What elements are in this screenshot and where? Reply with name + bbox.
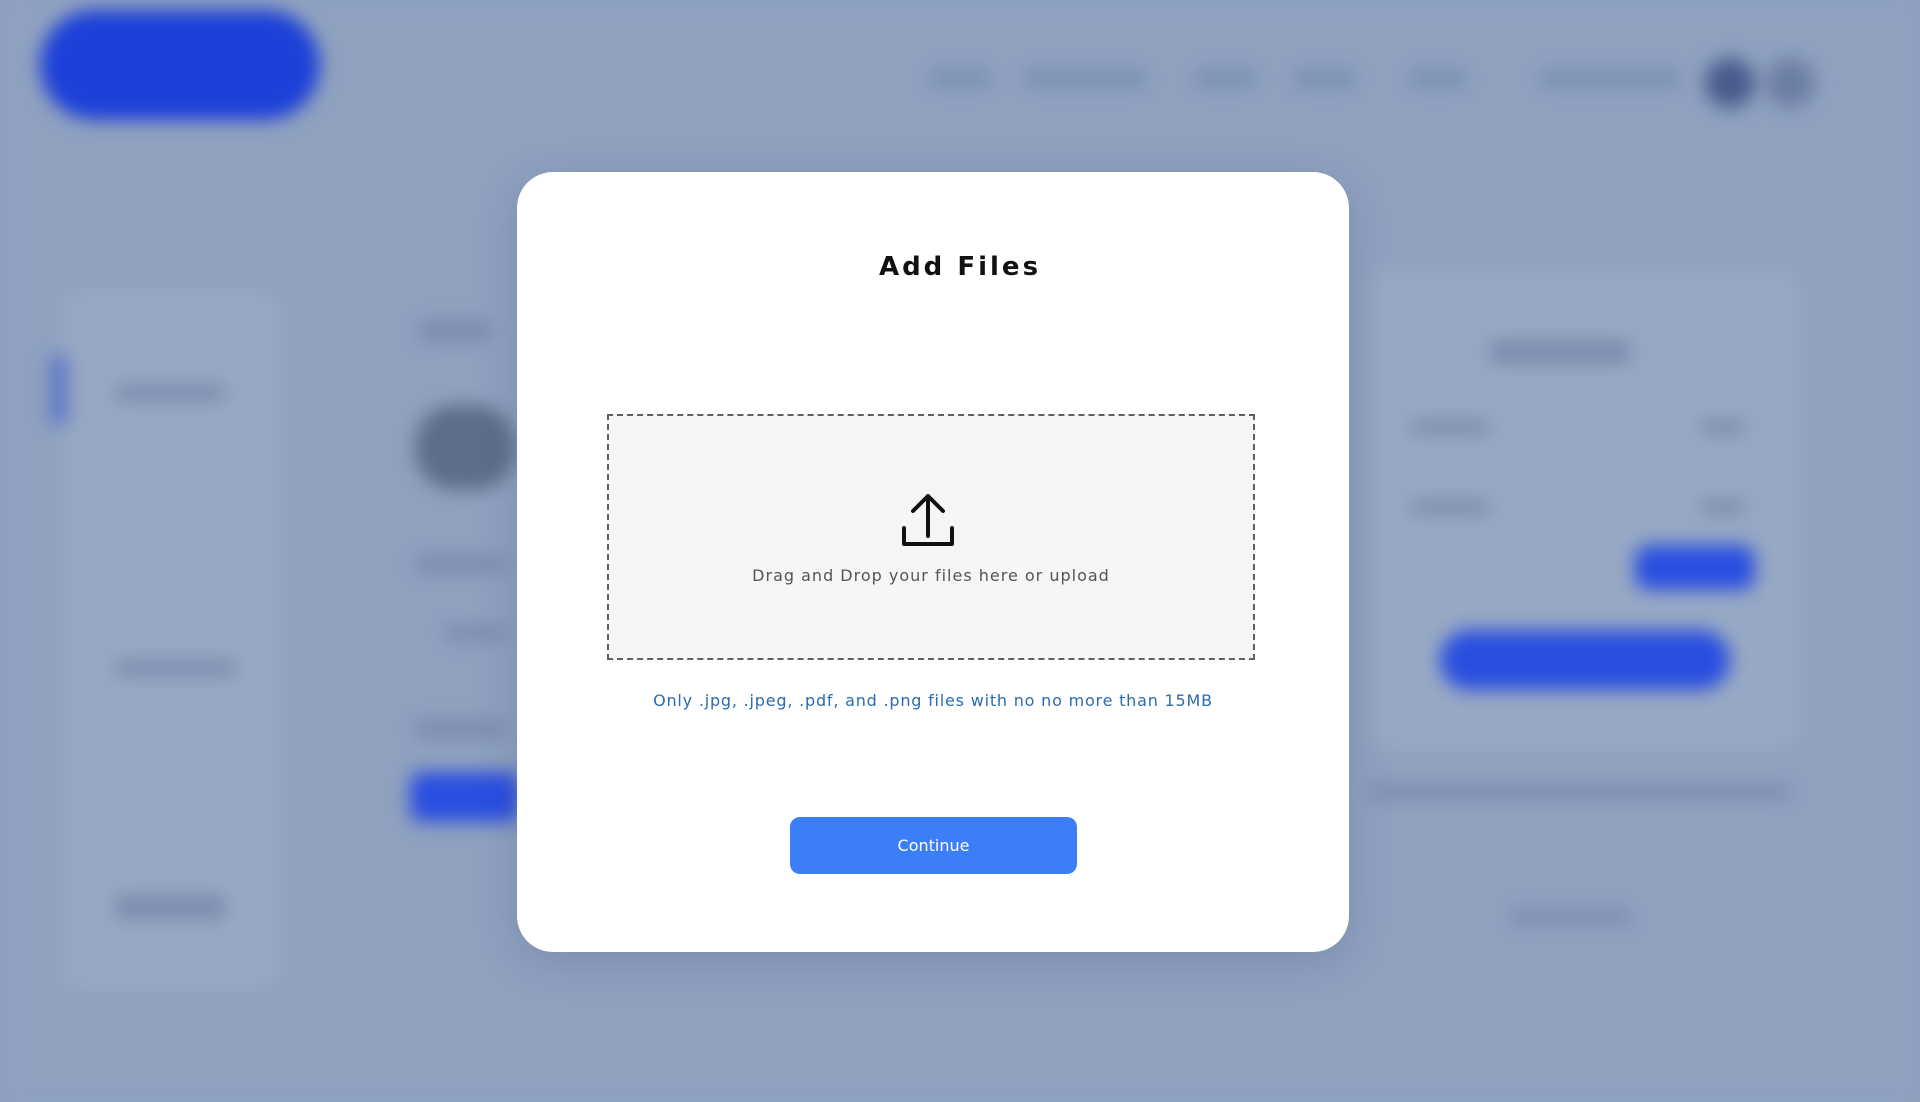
modal-title: Add Files	[878, 252, 1042, 282]
background-nav-item	[1025, 70, 1145, 88]
background-sidebar-item	[115, 660, 235, 676]
continue-button[interactable]: Continue	[790, 817, 1077, 874]
background-sidebar-item	[115, 895, 225, 919]
background-nav-item	[1295, 70, 1355, 88]
upload-icon[interactable]	[900, 492, 956, 548]
background-footer-row	[1510, 910, 1630, 924]
background-panel-row	[1700, 500, 1745, 514]
background-panel-wide-button	[1440, 630, 1730, 690]
background-sidebar-marker	[50, 355, 68, 425]
background-text-line	[415, 720, 505, 738]
background-sidebar-item	[115, 385, 225, 401]
background-panel-title	[1490, 340, 1630, 364]
background-nav-item	[1195, 70, 1255, 88]
background-heading	[420, 320, 490, 342]
background-panel-row	[1700, 420, 1745, 434]
background-panel-small-button	[1635, 545, 1755, 590]
background-text-line	[415, 555, 505, 573]
file-type-hint: Only .jpg, .jpeg, .pdf, and .png files w…	[653, 691, 1213, 710]
background-profile-image	[415, 405, 515, 490]
background-nav-item	[1540, 70, 1680, 88]
background-nav-item	[1410, 70, 1465, 88]
background-text-line	[445, 625, 505, 641]
background-footer-row	[1370, 785, 1790, 799]
background-panel-row	[1410, 500, 1490, 514]
dropzone-instructions: Drag and Drop your files here or upload	[752, 566, 1110, 585]
background-panel-row	[1410, 420, 1490, 434]
background-nav-item	[930, 70, 990, 88]
background-avatar	[1705, 58, 1755, 108]
background-logo	[40, 10, 320, 120]
background-button	[410, 772, 520, 822]
background-avatar	[1765, 58, 1815, 108]
